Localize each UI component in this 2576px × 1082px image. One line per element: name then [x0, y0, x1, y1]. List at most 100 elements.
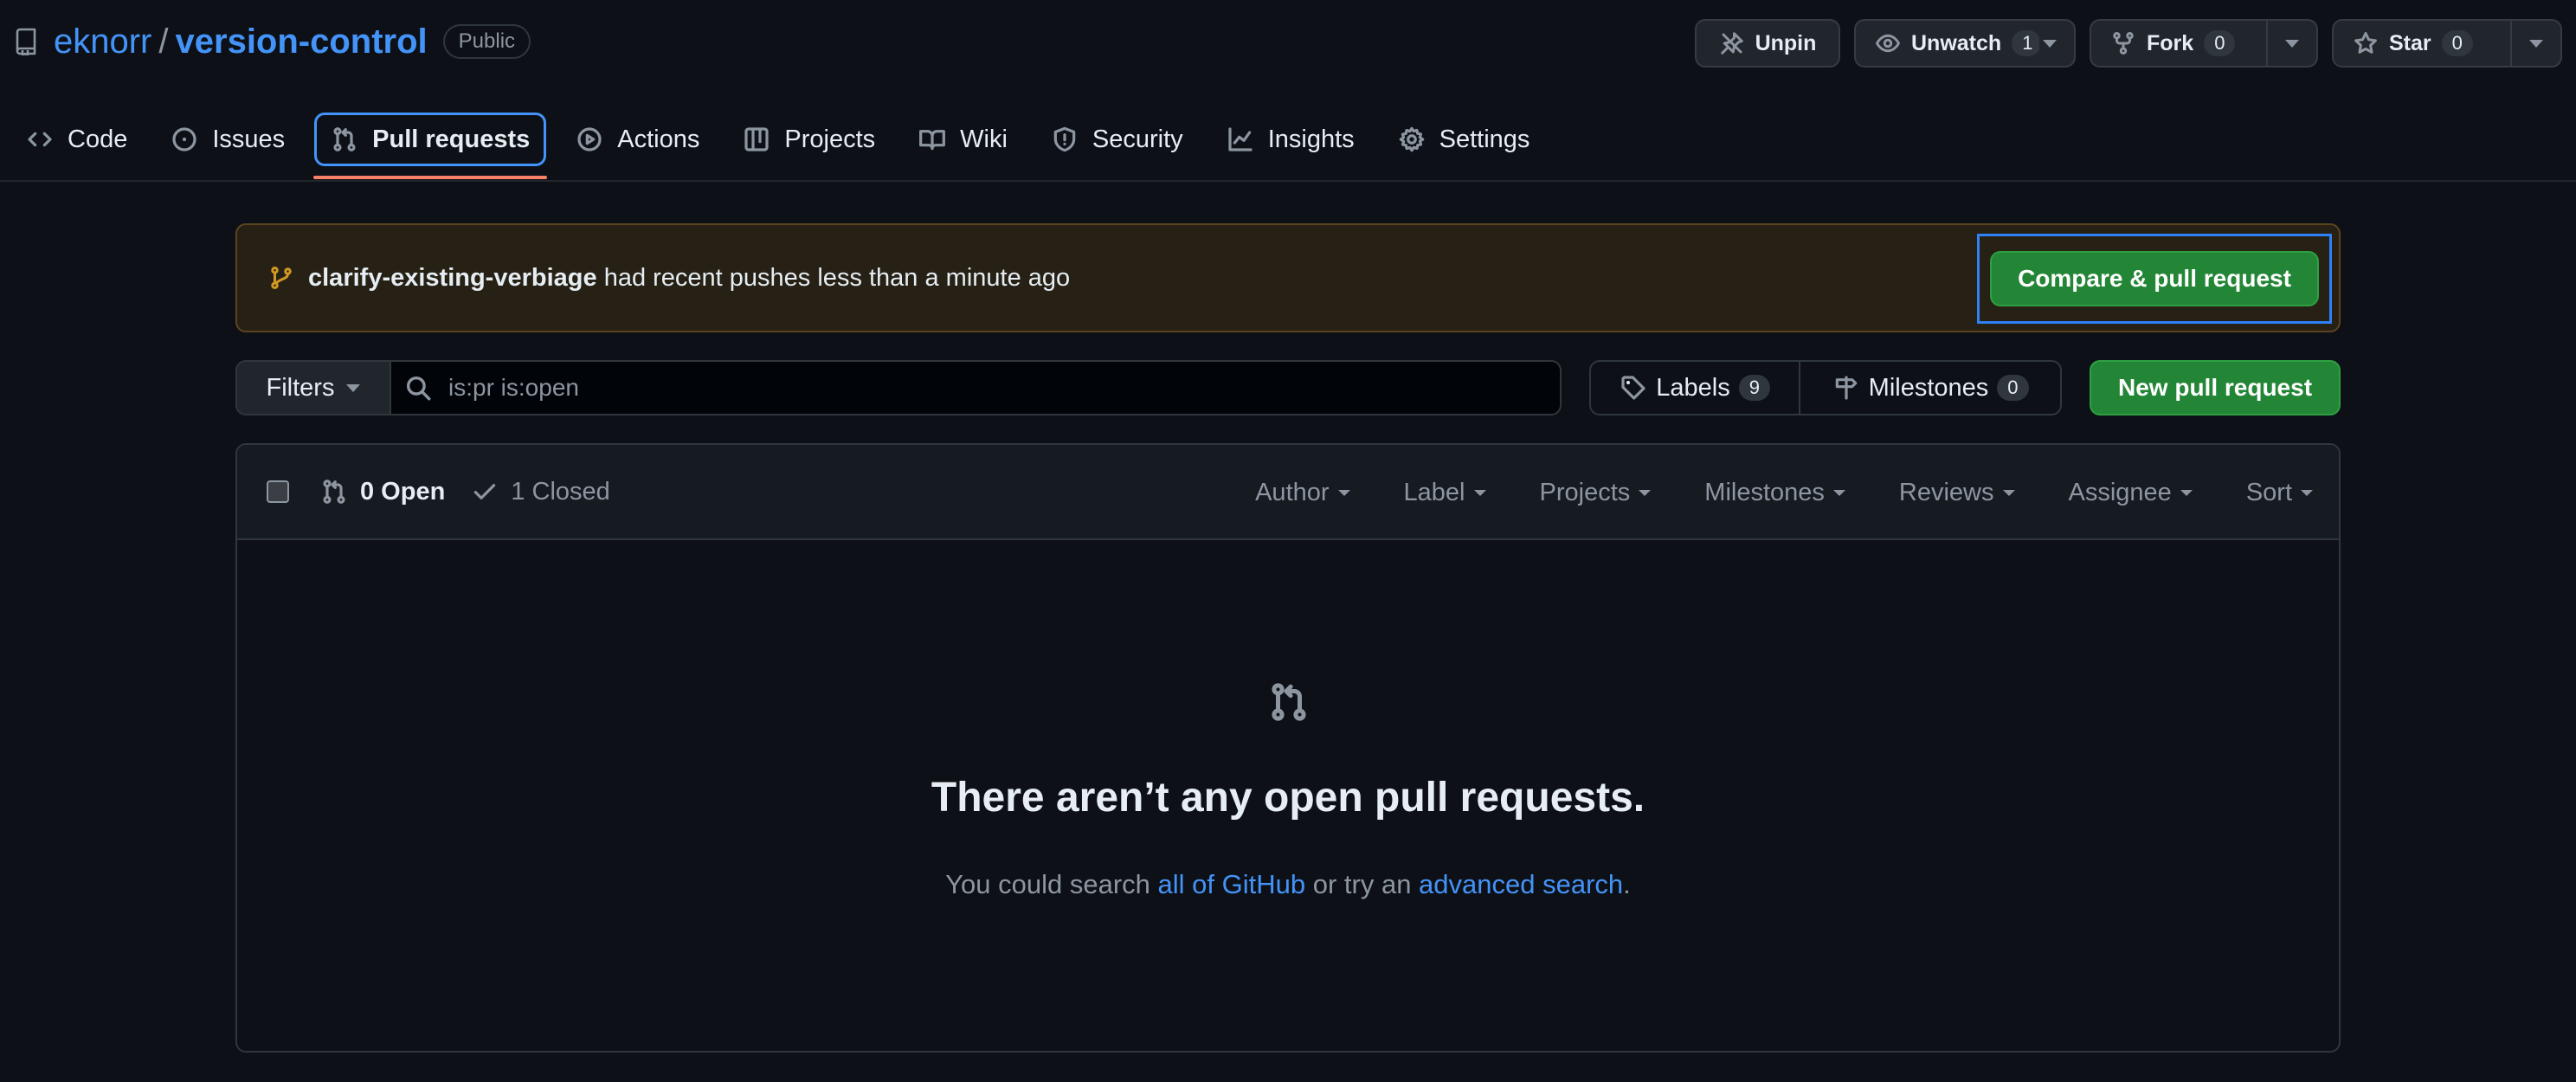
star-dropdown-button[interactable]	[2512, 19, 2562, 68]
push-text: had recent pushes less than a minute ago	[596, 263, 1071, 292]
search-box	[390, 360, 1562, 415]
graph-icon	[1227, 126, 1254, 153]
closed-count-label: 1 Closed	[511, 477, 610, 506]
milestones-menu[interactable]: Milestones	[1704, 479, 1845, 507]
repo-forked-icon	[2110, 30, 2136, 56]
search-all-github-link[interactable]: all of GitHub	[1158, 869, 1306, 899]
star-button[interactable]: Star 0	[2332, 19, 2512, 68]
git-pull-request-icon	[331, 126, 358, 153]
unpin-label: Unpin	[1755, 30, 1817, 55]
tab-security[interactable]: Security	[1037, 113, 1197, 166]
shield-icon	[1051, 126, 1079, 153]
search-input[interactable]	[448, 363, 1560, 413]
open-filter-link[interactable]: 0 Open	[320, 478, 445, 506]
assignee-menu[interactable]: Assignee	[2069, 479, 2193, 507]
menu-label: Milestones	[1704, 478, 1825, 506]
table-icon	[743, 126, 770, 153]
milestones-label: Milestones	[1868, 373, 1989, 402]
watch-dropdown-button[interactable]	[2039, 19, 2076, 68]
subtext-suffix: .	[1623, 869, 1631, 899]
compare-button-focus-ring: Compare & pull request	[1977, 234, 2332, 324]
milestones-count: 0	[1997, 375, 2029, 401]
advanced-search-link[interactable]: advanced search	[1419, 869, 1623, 899]
repo-nav: Code Issues Pull requests Actions Projec…	[12, 113, 1559, 179]
fork-button-group: Fork 0	[2090, 19, 2318, 68]
new-pull-request-button[interactable]: New pull request	[2090, 360, 2341, 415]
fork-dropdown-button[interactable]	[2268, 19, 2318, 68]
tab-label: Wiki	[960, 125, 1008, 153]
tag-icon	[1620, 374, 1647, 402]
recent-push-banner: clarify-existing-verbiage had recent pus…	[235, 223, 2341, 332]
issue-opened-icon	[171, 126, 198, 153]
visibility-badge: Public	[442, 24, 531, 59]
book-icon	[918, 126, 946, 153]
unpin-button[interactable]: Unpin	[1695, 19, 1840, 68]
projects-menu[interactable]: Projects	[1540, 479, 1652, 507]
labels-label: Labels	[1656, 373, 1730, 402]
reviews-menu[interactable]: Reviews	[1899, 479, 2015, 507]
subtext-prefix: You could search	[945, 869, 1158, 899]
watch-button-group: Unwatch 1	[1854, 19, 2076, 68]
branch-name[interactable]: clarify-existing-verbiage	[308, 264, 597, 292]
star-label: Star	[2389, 30, 2431, 55]
list-header: 0 Open 1 Closed Author Label Projects Mi…	[237, 445, 2339, 540]
filters-label: Filters	[266, 373, 335, 402]
label-menu[interactable]: Label	[1404, 479, 1486, 507]
subtext-middle: or try an	[1305, 869, 1420, 899]
sort-menu[interactable]: Sort	[2246, 479, 2313, 507]
git-branch-icon	[268, 265, 294, 291]
labels-button[interactable]: Labels 9	[1591, 362, 1801, 414]
tab-code[interactable]: Code	[12, 113, 141, 166]
recent-push-message: clarify-existing-verbiage had recent pus…	[308, 264, 1070, 293]
tab-actions[interactable]: Actions	[562, 113, 713, 166]
chevron-down-icon	[2301, 489, 2313, 496]
pin-icon	[1719, 30, 1745, 56]
filter-bar: Filters Labels 9 Milestones 0 New pull r…	[235, 360, 2341, 415]
tab-label: Projects	[784, 125, 876, 153]
tab-label: Actions	[617, 125, 700, 153]
compare-pull-request-button[interactable]: Compare & pull request	[1990, 251, 2319, 306]
chevron-down-icon	[2180, 489, 2193, 496]
open-count-label: 0 Open	[360, 477, 446, 506]
tab-wiki[interactable]: Wiki	[905, 113, 1021, 166]
repo-name-link[interactable]: version-control	[176, 23, 428, 61]
author-menu[interactable]: Author	[1255, 478, 1350, 507]
tab-label: Settings	[1439, 125, 1530, 153]
check-icon	[471, 478, 499, 506]
tab-label: Issues	[212, 125, 286, 153]
play-icon	[576, 126, 603, 153]
repo-icon	[12, 28, 40, 55]
empty-state-heading: There aren’t any open pull requests.	[931, 775, 1645, 821]
menu-label: Label	[1403, 478, 1465, 506]
select-all-checkbox[interactable]	[267, 480, 289, 503]
milestones-button[interactable]: Milestones 0	[1800, 362, 2060, 414]
star-button-group: Star 0	[2332, 19, 2562, 68]
milestone-icon	[1832, 374, 1860, 402]
pull-request-list: 0 Open 1 Closed Author Label Projects Mi…	[235, 443, 2341, 1053]
tab-label: Security	[1092, 125, 1183, 153]
git-pull-request-icon	[320, 478, 348, 506]
closed-filter-link[interactable]: 1 Closed	[471, 477, 610, 506]
unwatch-button[interactable]: Unwatch 1	[1854, 19, 2042, 68]
tab-settings[interactable]: Settings	[1384, 113, 1544, 166]
repo-owner-link[interactable]: eknorr	[54, 23, 151, 61]
chevron-down-icon	[2285, 39, 2299, 48]
filters-dropdown-button[interactable]: Filters	[235, 360, 391, 415]
tab-issues[interactable]: Issues	[157, 113, 299, 166]
chevron-down-icon	[346, 383, 361, 392]
gear-icon	[1398, 126, 1426, 153]
tab-label: Pull requests	[372, 125, 531, 153]
menu-label: Author	[1255, 478, 1330, 506]
chevron-down-icon	[2002, 489, 2015, 496]
star-icon	[2353, 30, 2379, 56]
tab-projects[interactable]: Projects	[729, 113, 889, 166]
empty-state: There aren’t any open pull requests. You…	[237, 542, 2339, 1051]
empty-state-subtext: You could search all of GitHub or try an…	[237, 869, 2339, 900]
fork-button[interactable]: Fork 0	[2090, 19, 2268, 68]
eye-icon	[1875, 30, 1901, 56]
git-pull-request-icon	[1267, 680, 1311, 724]
sort-menus: Author Label Projects Milestones Reviews…	[1201, 445, 2313, 540]
tab-pull-requests[interactable]: Pull requests	[313, 113, 548, 179]
forks-count: 0	[2204, 30, 2236, 56]
tab-insights[interactable]: Insights	[1213, 113, 1368, 166]
